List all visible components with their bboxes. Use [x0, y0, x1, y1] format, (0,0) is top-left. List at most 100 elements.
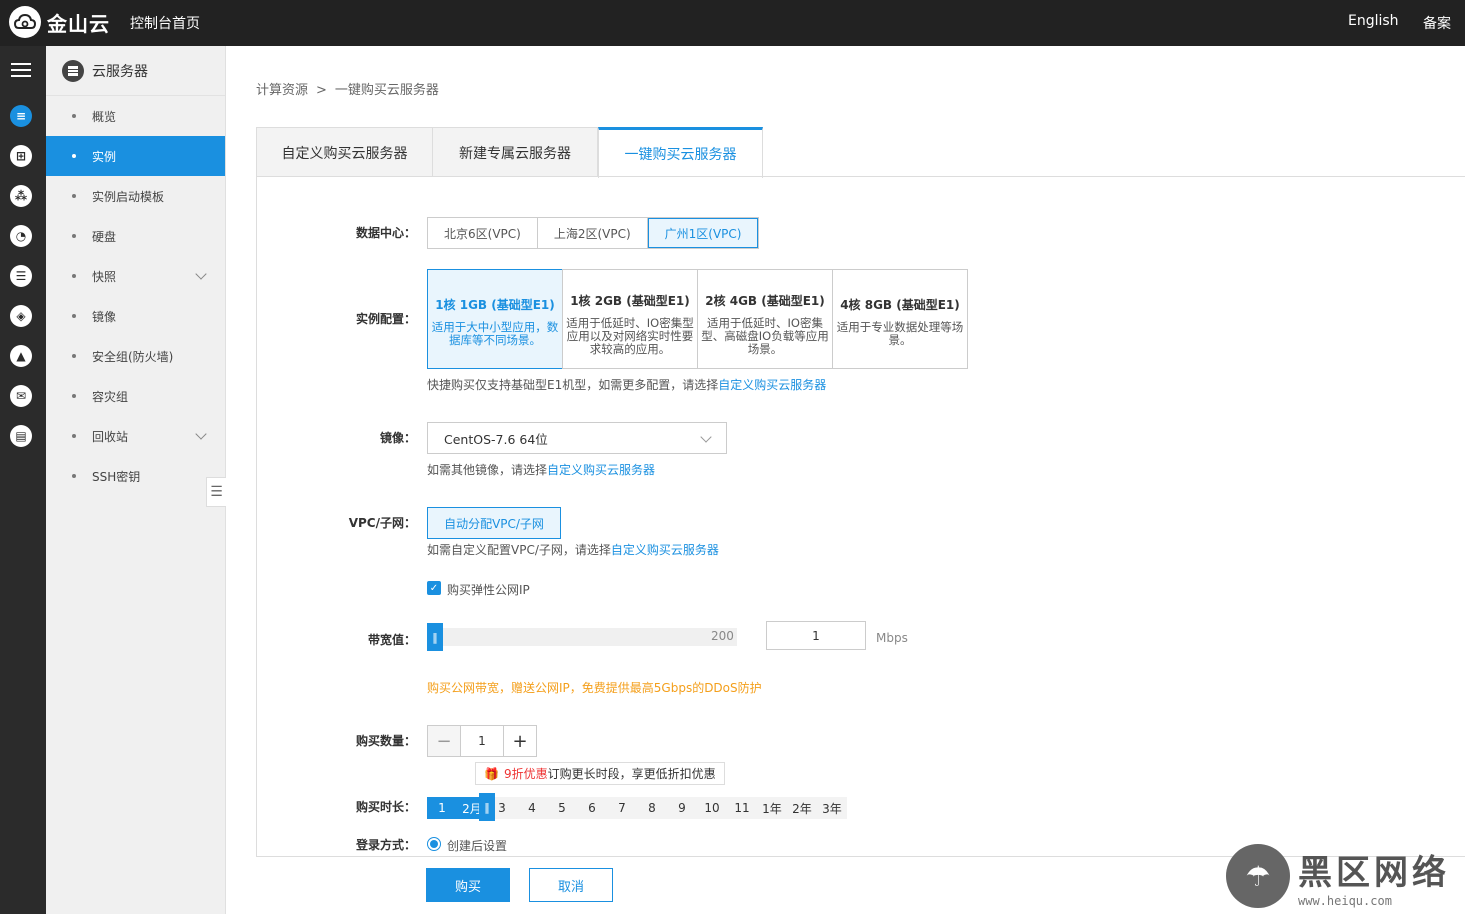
duration-label: 购买时长：	[355, 800, 416, 814]
bullet-icon	[72, 314, 76, 318]
duration-option[interactable]: 8	[637, 797, 667, 819]
sidebar-item-ssh-keys[interactable]: SSH密钥	[46, 456, 225, 496]
bandwidth-input[interactable]: 1	[766, 621, 866, 650]
sidebar-item-label: SSH密钥	[92, 469, 141, 484]
monitor-product-icon[interactable]: ▤	[10, 425, 32, 447]
sidebar-item-label: 回收站	[92, 429, 129, 444]
instance-card-1c2g[interactable]: 1核 2GB (基础型E1) 适用于低延时、IO密集型应用以及对网络实时性要求较…	[562, 269, 698, 369]
hint-text: 如需其他镜像，请选择	[427, 463, 548, 477]
menu-toggle-icon[interactable]	[11, 63, 31, 77]
bandwidth-slider-handle[interactable]: ‖	[427, 623, 443, 651]
duration-option[interactable]: 11	[727, 797, 757, 819]
bandwidth-unit: Mbps	[876, 631, 908, 645]
breadcrumb-current: 一键购买云服务器	[334, 83, 439, 98]
sidebar-item-launch-templates[interactable]: 实例启动模板	[46, 176, 225, 216]
database-product-icon[interactable]: ☰	[10, 265, 32, 287]
tab-dedicated[interactable]: 新建专属云服务器	[433, 127, 598, 177]
sidebar-item-images[interactable]: 镜像	[46, 296, 225, 336]
card-title: 1核 2GB (基础型E1)	[570, 294, 690, 308]
auto-assign-vpc-button[interactable]: 自动分配VPC/子网	[427, 507, 561, 539]
login-label: 登录方式：	[355, 838, 416, 852]
eip-checkbox[interactable]: ✓	[427, 581, 441, 595]
cloud-upload-product-icon[interactable]: ▲	[10, 345, 32, 367]
main-content: 计算资源 > 一键购买云服务器 自定义购买云服务器 新建专属云服务器 一键购买云服务…	[226, 46, 1465, 914]
duration-option[interactable]: 1	[427, 797, 457, 819]
custom-purchase-link[interactable]: 自定义购买云服务器	[718, 378, 826, 392]
breadcrumb-parent[interactable]: 计算资源	[256, 83, 308, 98]
layers-product-icon[interactable]: ◈	[10, 305, 32, 327]
datacenter-option-shanghai2[interactable]: 上海2区(VPC)	[538, 218, 648, 248]
instance-card-1c1g[interactable]: 1核 1GB (基础型E1) 适用于大中小型应用，数据库等不同场景。	[427, 269, 563, 369]
custom-purchase-link[interactable]: 自定义购买云服务器	[547, 463, 655, 477]
vpc-label: VPC/子网：	[348, 516, 416, 530]
share-product-icon[interactable]: ⁂	[10, 185, 32, 207]
mail-product-icon[interactable]: ✉	[10, 385, 32, 407]
datacenter-option-beijing6[interactable]: 北京6区(VPC)	[428, 218, 538, 248]
instance-card-4c8g[interactable]: 4核 8GB (基础型E1) 适用于专业数据处理等场景。	[832, 269, 968, 369]
duration-option[interactable]: 5	[547, 797, 577, 819]
sidebar-item-label: 镜像	[92, 309, 117, 324]
datacenter-option-guangzhou1[interactable]: 广州1区(VPC)	[647, 218, 759, 248]
decrement-button[interactable]: −	[428, 726, 460, 756]
sidebar-item-snapshots[interactable]: 快照	[46, 256, 225, 296]
duration-option[interactable]: 4	[517, 797, 547, 819]
image-select[interactable]: CentOS-7.6 64位	[427, 422, 727, 454]
card-description: 适用于低延时、IO密集型、高磁盘IO负载等应用场景。	[701, 316, 829, 356]
server-product-icon[interactable]: ≡	[10, 105, 32, 127]
sidebar-item-dr-groups[interactable]: 容灾组	[46, 376, 225, 416]
duration-option[interactable]: 2年	[787, 797, 817, 819]
tab-custom-purchase[interactable]: 自定义购买云服务器	[256, 127, 433, 177]
buy-button[interactable]: 购买	[426, 868, 510, 902]
instance-card-2c4g[interactable]: 2核 4GB (基础型E1) 适用于低延时、IO密集型、高磁盘IO负载等应用场景…	[697, 269, 833, 369]
bandwidth-slider-track[interactable]	[427, 628, 737, 646]
custom-purchase-link[interactable]: 自定义购买云服务器	[611, 543, 719, 557]
sidebar-item-instances[interactable]: 实例	[46, 136, 225, 176]
sidebar-item-label: 安全组(防火墙)	[92, 349, 174, 364]
watermark-url: www.heiqu.com	[1298, 893, 1392, 908]
hint-text: 如需自定义配置VPC/子网，请选择	[427, 543, 611, 557]
bandwidth-max: 200	[711, 629, 734, 643]
tab-quick-purchase[interactable]: 一键购买云服务器	[598, 127, 763, 178]
quantity-value[interactable]: 1	[460, 726, 504, 756]
bullet-icon	[72, 434, 76, 438]
sidebar-collapse-icon[interactable]: ☰	[206, 477, 226, 507]
duration-option[interactable]: 1年	[757, 797, 787, 819]
bullet-icon	[72, 194, 76, 198]
instance-config-label: 实例配置：	[355, 312, 416, 326]
purchase-tabs: 自定义购买云服务器 新建专属云服务器 一键购买云服务器	[256, 127, 763, 178]
instance-hint: 快捷购买仅支持基础型E1机型，如需更多配置，请选择自定义购买云服务器	[427, 376, 826, 393]
duration-slider-handle[interactable]: ‖	[479, 793, 495, 821]
disk-product-icon[interactable]: ◔	[10, 225, 32, 247]
increment-button[interactable]: +	[504, 726, 536, 756]
beian-link[interactable]: 备案	[1423, 13, 1451, 33]
brand-logo[interactable]: 金山云	[9, 6, 110, 38]
card-title: 1核 1GB (基础型E1)	[435, 298, 555, 312]
duration-option[interactable]: 7	[607, 797, 637, 819]
duration-option[interactable]: 6	[577, 797, 607, 819]
cancel-button[interactable]: 取消	[529, 868, 613, 902]
chevron-down-icon[interactable]	[195, 428, 207, 440]
console-home-link[interactable]: 控制台首页	[130, 13, 200, 33]
duration-option[interactable]: 9	[667, 797, 697, 819]
card-description: 适用于低延时、IO密集型应用以及对网络实时性要求较高的应用。	[566, 316, 694, 356]
login-radio[interactable]	[427, 837, 441, 851]
sidebar-header: 云服务器	[46, 46, 225, 96]
sidebar-item-label: 快照	[92, 269, 117, 284]
image-select-value: CentOS-7.6 64位	[444, 431, 548, 447]
login-option-label[interactable]: 创建后设置	[447, 837, 507, 854]
chevron-down-icon[interactable]	[195, 268, 207, 280]
datacenter-selector: 北京6区(VPC) 上海2区(VPC) 广州1区(VPC)	[427, 217, 760, 249]
sidebar-item-overview[interactable]: 概览	[46, 96, 225, 136]
discount-text: 订购更长时段，享更低折扣优惠	[547, 767, 716, 781]
network-product-icon[interactable]: ⊞	[10, 145, 32, 167]
sidebar-item-recycle-bin[interactable]: 回收站	[46, 416, 225, 456]
gift-icon: 🎁	[484, 766, 499, 781]
sidebar-item-disks[interactable]: 硬盘	[46, 216, 225, 256]
english-link[interactable]: English	[1348, 13, 1399, 29]
server-icon	[62, 59, 84, 82]
sidebar-item-security-groups[interactable]: 安全组(防火墙)	[46, 336, 225, 376]
sidebar-item-label: 容灾组	[92, 389, 129, 404]
duration-option[interactable]: 3年	[817, 797, 847, 819]
duration-option[interactable]: 10	[697, 797, 727, 819]
eip-checkbox-label[interactable]: 购买弹性公网IP	[447, 581, 530, 598]
